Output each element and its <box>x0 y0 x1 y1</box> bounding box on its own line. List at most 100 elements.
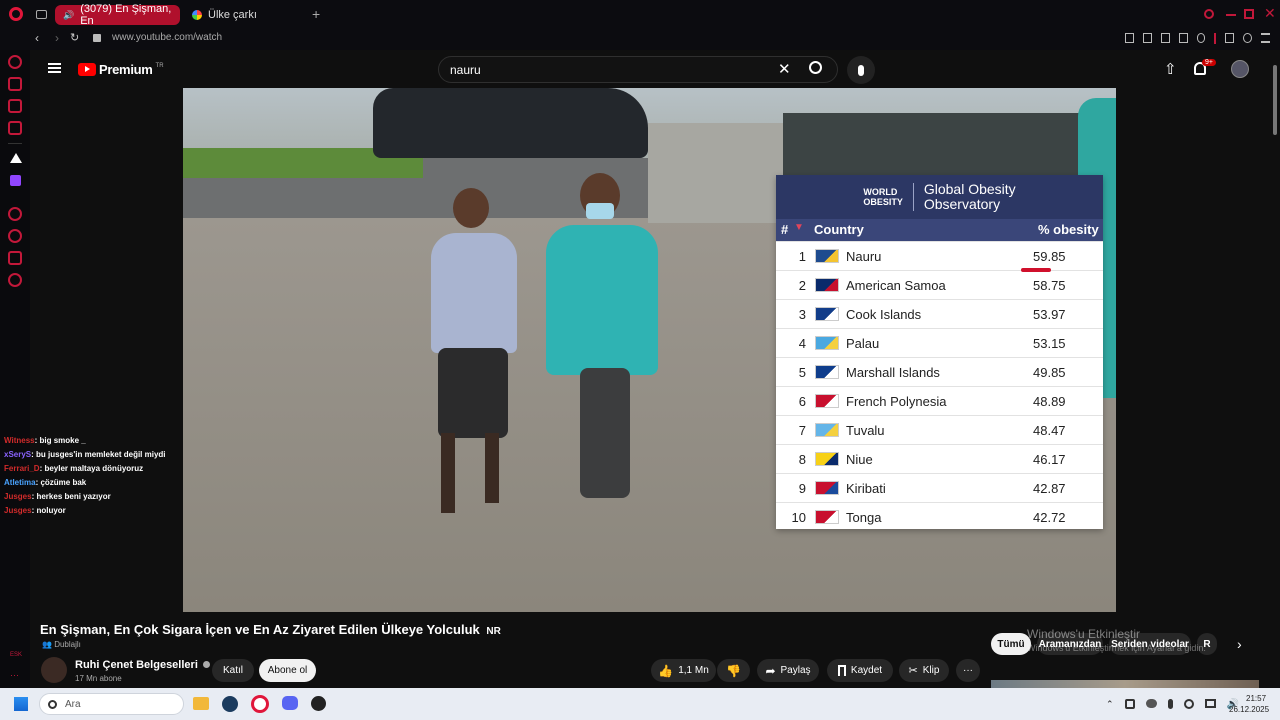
chat-message: Atletima: çözüme bak <box>0 476 180 490</box>
discord-icon[interactable] <box>282 696 298 710</box>
country-flag-icon <box>815 481 839 495</box>
back-icon[interactable]: ‹ <box>35 31 39 45</box>
minimize-button[interactable] <box>1226 14 1236 16</box>
taskbar-search[interactable]: Ara <box>39 693 184 715</box>
tray-icons[interactable]: ⌃ 🔊 <box>1106 699 1239 710</box>
clock-date[interactable]: 26.12.2025 <box>1229 705 1269 714</box>
share-button[interactable]: ➦ Paylaş <box>757 659 819 682</box>
close-icon[interactable]: ✕ <box>1264 5 1276 22</box>
settings-icon[interactable] <box>8 273 22 287</box>
reload-icon[interactable]: ↻ <box>70 31 79 44</box>
steam-icon[interactable] <box>222 696 238 712</box>
tab-menu-icon[interactable] <box>36 10 47 19</box>
channel-avatar[interactable] <box>41 657 67 683</box>
snapshot-icon[interactable] <box>1142 33 1152 43</box>
twitch-icon[interactable] <box>10 175 21 186</box>
forward-icon[interactable]: › <box>55 31 59 45</box>
search-input[interactable]: nauru <box>450 63 481 77</box>
tab-ulke-carki[interactable]: Ülke çarkı <box>184 5 304 25</box>
row-country: American Samoa <box>846 277 946 293</box>
dub-label: 👥 Dublajlı <box>42 640 81 649</box>
tray-cloud-icon[interactable] <box>1145 699 1157 708</box>
tab-youtube[interactable]: 🔊 (3079) En Şişman, En <box>55 3 180 27</box>
chip-all[interactable]: Tümü <box>991 633 1031 655</box>
title-text: En Şişman, En Çok Sigara İçen ve En Az Z… <box>40 622 480 637</box>
youtube-logo[interactable]: Premium TR <box>78 62 164 77</box>
activation-watermark-text: Windows'u Etkinleştirmek için Ayarlar'a … <box>1027 643 1206 653</box>
clock-icon[interactable] <box>8 229 22 243</box>
chat-message: xSeryS: bu jusges'in memleket değil miyd… <box>0 448 180 462</box>
table-row: 7 Tuvalu 48.47 <box>776 415 1103 444</box>
microphone-icon[interactable] <box>847 56 875 84</box>
opera-taskbar-icon[interactable] <box>251 695 269 713</box>
network-icon[interactable] <box>1204 699 1216 708</box>
maximize-button[interactable] <box>1244 9 1254 19</box>
more-actions-button[interactable]: ··· <box>956 659 980 682</box>
ai-icon[interactable] <box>8 77 22 91</box>
chat-username: xSeryS <box>4 450 32 459</box>
row-rank: 10 <box>791 509 806 525</box>
clip-button[interactable]: ✂ Klip <box>899 659 949 682</box>
channel-name[interactable]: Ruhi Çenet Belgeselleri <box>75 659 210 671</box>
row-rank: 8 <box>798 451 806 467</box>
chat-message: Jusges: noluyor <box>0 504 180 518</box>
join-button[interactable]: Katıl <box>212 659 254 682</box>
cube-icon[interactable] <box>8 251 22 265</box>
profile-icon[interactable] <box>1243 33 1253 43</box>
subscribe-button[interactable]: Abone ol <box>259 659 316 682</box>
speed-dial-icon[interactable] <box>8 207 22 221</box>
chat-username: Jusges <box>4 492 32 501</box>
speaker-icon: 🔊 <box>63 9 75 20</box>
clear-search-icon[interactable]: ✕ <box>778 60 791 78</box>
lock-icon <box>93 34 101 42</box>
dislike-button[interactable]: 👎 <box>717 659 750 682</box>
row-country: Tuvalu <box>846 422 885 438</box>
new-tab-button[interactable]: + <box>312 6 320 22</box>
windows-start-icon[interactable] <box>13 696 29 712</box>
heart-icon[interactable] <box>1196 33 1206 43</box>
pin-icon[interactable] <box>1125 33 1134 43</box>
tray-app-icon[interactable] <box>1124 699 1135 709</box>
chat-message: Ferrari_D: beyler maltaya dönüyoruz <box>0 462 180 476</box>
search-icon <box>48 699 57 709</box>
upload-icon[interactable]: ⇧ <box>1164 60 1177 78</box>
chat-username: Atletima <box>4 478 36 487</box>
search-icon[interactable] <box>809 61 822 74</box>
channel-name-text: Ruhi Çenet Belgeselleri <box>75 659 198 671</box>
like-button[interactable]: 👍 1,1 Mn <box>651 659 716 682</box>
mic-icon[interactable] <box>1167 699 1173 709</box>
hamburger-menu-icon[interactable] <box>48 63 61 73</box>
opera-logo-icon[interactable] <box>9 7 23 21</box>
chat-username: Jusges <box>4 506 32 515</box>
triangle-app-icon[interactable] <box>10 153 22 163</box>
share-label: Paylaş <box>780 665 811 676</box>
box-icon[interactable] <box>1160 33 1170 43</box>
chevron-up-icon[interactable]: ⌃ <box>1106 699 1114 710</box>
country-flag-icon <box>815 336 839 350</box>
more-icon[interactable]: ··· <box>10 670 19 680</box>
sort-arrow-icon[interactable]: ▼ <box>794 222 804 233</box>
url-field[interactable]: www.youtube.com/watch <box>112 32 222 43</box>
save-button[interactable]: Kaydet <box>827 659 893 682</box>
download-icon[interactable] <box>1225 33 1235 43</box>
chat-message: Witness: big smoke _ <box>0 434 180 448</box>
country-flag-icon <box>815 423 839 437</box>
tray-app2-icon[interactable] <box>1183 699 1194 709</box>
search-icon[interactable] <box>1204 9 1214 19</box>
menu-icon[interactable] <box>1261 33 1271 43</box>
chat-text: : noluyor <box>31 506 66 515</box>
messenger-icon[interactable] <box>8 99 22 113</box>
row-country: Nauru <box>846 248 882 264</box>
toolbar-icons[interactable] <box>1125 33 1271 44</box>
chat-text: : big smoke _ <box>34 436 86 445</box>
file-explorer-icon[interactable] <box>193 697 209 710</box>
clock-time[interactable]: 21:57 <box>1246 694 1266 703</box>
avatar[interactable] <box>1231 60 1249 78</box>
app-icon[interactable] <box>311 696 326 711</box>
tiles-icon[interactable] <box>8 121 22 135</box>
related-thumbnail[interactable] <box>991 680 1259 688</box>
scrollbar[interactable] <box>1273 65 1277 135</box>
history-icon[interactable] <box>8 55 22 69</box>
play-icon[interactable] <box>1178 33 1188 43</box>
table-row: 4 Palau 53.15 <box>776 328 1103 357</box>
